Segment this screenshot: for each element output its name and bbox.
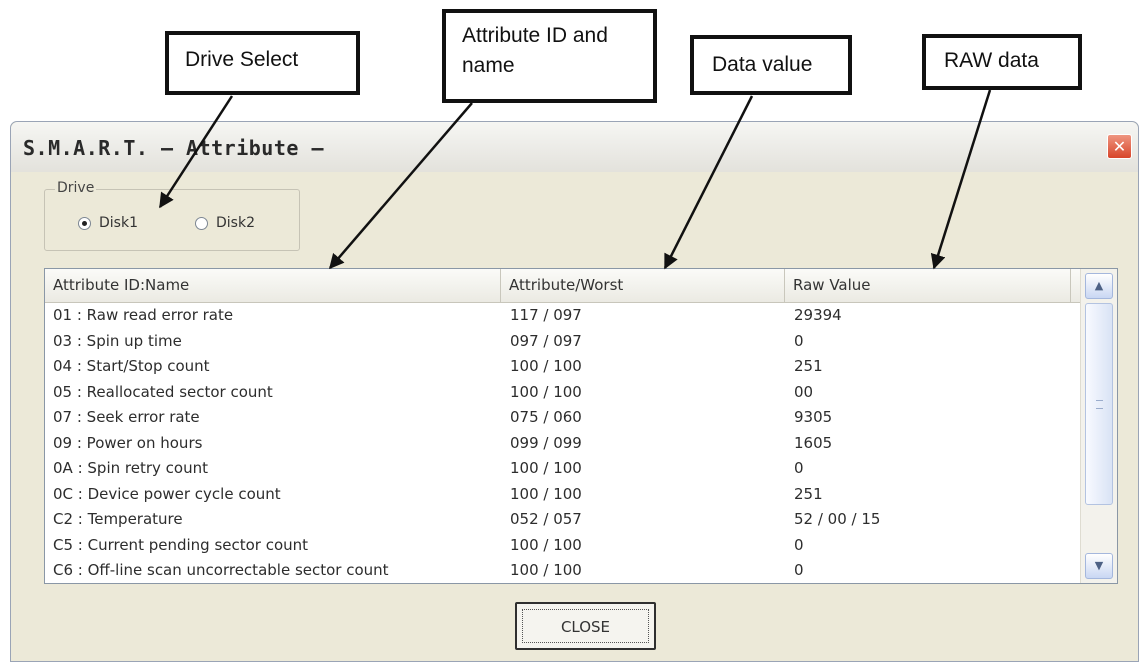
- radio-disk2-indicator[interactable]: [195, 216, 208, 230]
- cell-raw-value: 0: [794, 459, 804, 477]
- table-row[interactable]: 05 : Reallocated sector count 100 / 100 00: [45, 380, 1081, 406]
- cell-attribute-worst: 100 / 100: [510, 561, 582, 579]
- cell-raw-value: 00: [794, 382, 814, 401]
- table-row[interactable]: C6 : Off-line scan uncorrectable sector …: [45, 558, 1081, 583]
- cell-raw-value: 0: [794, 331, 804, 350]
- cell-attribute-worst: 100 / 100: [510, 382, 582, 401]
- cell-attribute-worst: 100 / 100: [510, 357, 582, 375]
- cell-attribute-name: 0C : Device power cycle count: [53, 484, 281, 503]
- cell-raw-value: 251: [794, 484, 823, 503]
- cell-raw-value: 0: [794, 561, 804, 579]
- callout-attribute-id-name: Attribute ID and name: [442, 9, 657, 103]
- cell-attribute-worst: 100 / 100: [510, 535, 582, 554]
- cell-raw-value: 9305: [794, 408, 833, 426]
- cell-attribute-name: 05 : Reallocated sector count: [53, 382, 273, 401]
- cell-attribute-worst: 075 / 060: [510, 408, 582, 426]
- cell-attribute-name: 04 : Start/Stop count: [53, 357, 210, 375]
- radio-disk1[interactable]: Disk1: [78, 213, 138, 233]
- scroll-grip-icon: [1096, 400, 1103, 409]
- callout-attribute-id-name-line2: name: [462, 54, 515, 78]
- window-title: S.M.A.R.T. – Attribute –: [23, 136, 324, 160]
- callout-attribute-id-name-line1: Attribute ID and: [462, 24, 608, 47]
- cell-attribute-worst: 100 / 100: [510, 484, 582, 503]
- cell-attribute-name: 09 : Power on hours: [53, 433, 203, 452]
- smart-attribute-window: S.M.A.R.T. – Attribute – ✕ Drive Disk1 D…: [10, 121, 1139, 662]
- close-button[interactable]: CLOSE: [515, 602, 656, 650]
- window-close-icon[interactable]: ✕: [1107, 134, 1132, 159]
- cell-attribute-name: C5 : Current pending sector count: [53, 535, 309, 554]
- callout-drive-select-text: Drive Select: [185, 48, 299, 71]
- callout-raw-data-text: RAW data: [944, 49, 1039, 72]
- vertical-scrollbar[interactable]: ▲ ▼: [1080, 269, 1117, 583]
- cell-raw-value: 29394: [794, 306, 842, 324]
- radio-selected-dot: [82, 220, 87, 226]
- table-header: Attribute ID:Name Attribute/Worst Raw Va…: [45, 269, 1081, 303]
- radio-disk2-label: Disk2: [216, 215, 255, 231]
- cell-attribute-name: 03 : Spin up time: [53, 331, 182, 350]
- cell-attribute-name: 01 : Raw read error rate: [53, 306, 234, 324]
- radio-disk1-label: Disk1: [99, 215, 138, 231]
- cell-raw-value: 52 / 00 / 15: [794, 510, 881, 528]
- title-bar[interactable]: S.M.A.R.T. – Attribute – ✕: [11, 122, 1138, 172]
- table-row[interactable]: C5 : Current pending sector count 100 / 1…: [45, 533, 1081, 559]
- callout-data-value-text: Data value: [712, 53, 813, 76]
- callout-data-value: Data value: [690, 35, 852, 95]
- table-body: 01 : Raw read error rate 117 / 097 29394 0…: [45, 303, 1081, 583]
- cell-attribute-worst: 097 / 097: [510, 331, 582, 350]
- radio-disk2[interactable]: Disk2: [195, 213, 255, 233]
- radio-disk1-indicator[interactable]: [78, 216, 91, 230]
- cell-raw-value: 1605: [794, 433, 833, 452]
- column-header-raw-value[interactable]: Raw Value: [785, 269, 1071, 302]
- cell-raw-value: 251: [794, 357, 823, 375]
- cell-attribute-worst: 117 / 097: [510, 306, 582, 324]
- drive-group: Drive Disk1 Disk2: [44, 180, 300, 251]
- drive-group-legend: Drive: [55, 180, 97, 196]
- column-header-attribute-worst[interactable]: Attribute/Worst: [501, 269, 785, 302]
- cell-attribute-name: 0A : Spin retry count: [53, 459, 208, 477]
- cell-attribute-name: C2 : Temperature: [53, 510, 183, 528]
- callout-raw-data: RAW data: [922, 34, 1082, 90]
- scroll-thumb[interactable]: [1085, 303, 1113, 505]
- callout-drive-select: Drive Select: [165, 31, 360, 95]
- column-header-attribute-id-name[interactable]: Attribute ID:Name: [45, 269, 501, 302]
- table-row[interactable]: 0C : Device power cycle count 100 / 100 25…: [45, 482, 1081, 508]
- table-row[interactable]: 07 : Seek error rate 075 / 060 9305: [45, 405, 1081, 431]
- cell-attribute-worst: 052 / 057: [510, 510, 582, 528]
- scroll-down-icon[interactable]: ▼: [1085, 553, 1113, 579]
- cell-attribute-name: 07 : Seek error rate: [53, 408, 200, 426]
- scroll-up-icon[interactable]: ▲: [1085, 273, 1113, 299]
- table-row[interactable]: 03 : Spin up time 097 / 097 0: [45, 329, 1081, 355]
- cell-raw-value: 0: [794, 535, 804, 554]
- table-row[interactable]: 04 : Start/Stop count 100 / 100 251: [45, 354, 1081, 380]
- attribute-table: Attribute ID:Name Attribute/Worst Raw Va…: [44, 268, 1118, 584]
- close-button-label: CLOSE: [522, 609, 649, 643]
- cell-attribute-name: C6 : Off-line scan uncorrectable sector …: [53, 561, 389, 579]
- cell-attribute-worst: 099 / 099: [510, 433, 582, 452]
- cell-attribute-worst: 100 / 100: [510, 459, 582, 477]
- table-row[interactable]: 09 : Power on hours 099 / 099 1605: [45, 431, 1081, 457]
- table-row[interactable]: 0A : Spin retry count 100 / 100 0: [45, 456, 1081, 482]
- table-row[interactable]: C2 : Temperature 052 / 057 52 / 00 / 15: [45, 507, 1081, 533]
- table-row[interactable]: 01 : Raw read error rate 117 / 097 29394: [45, 303, 1081, 329]
